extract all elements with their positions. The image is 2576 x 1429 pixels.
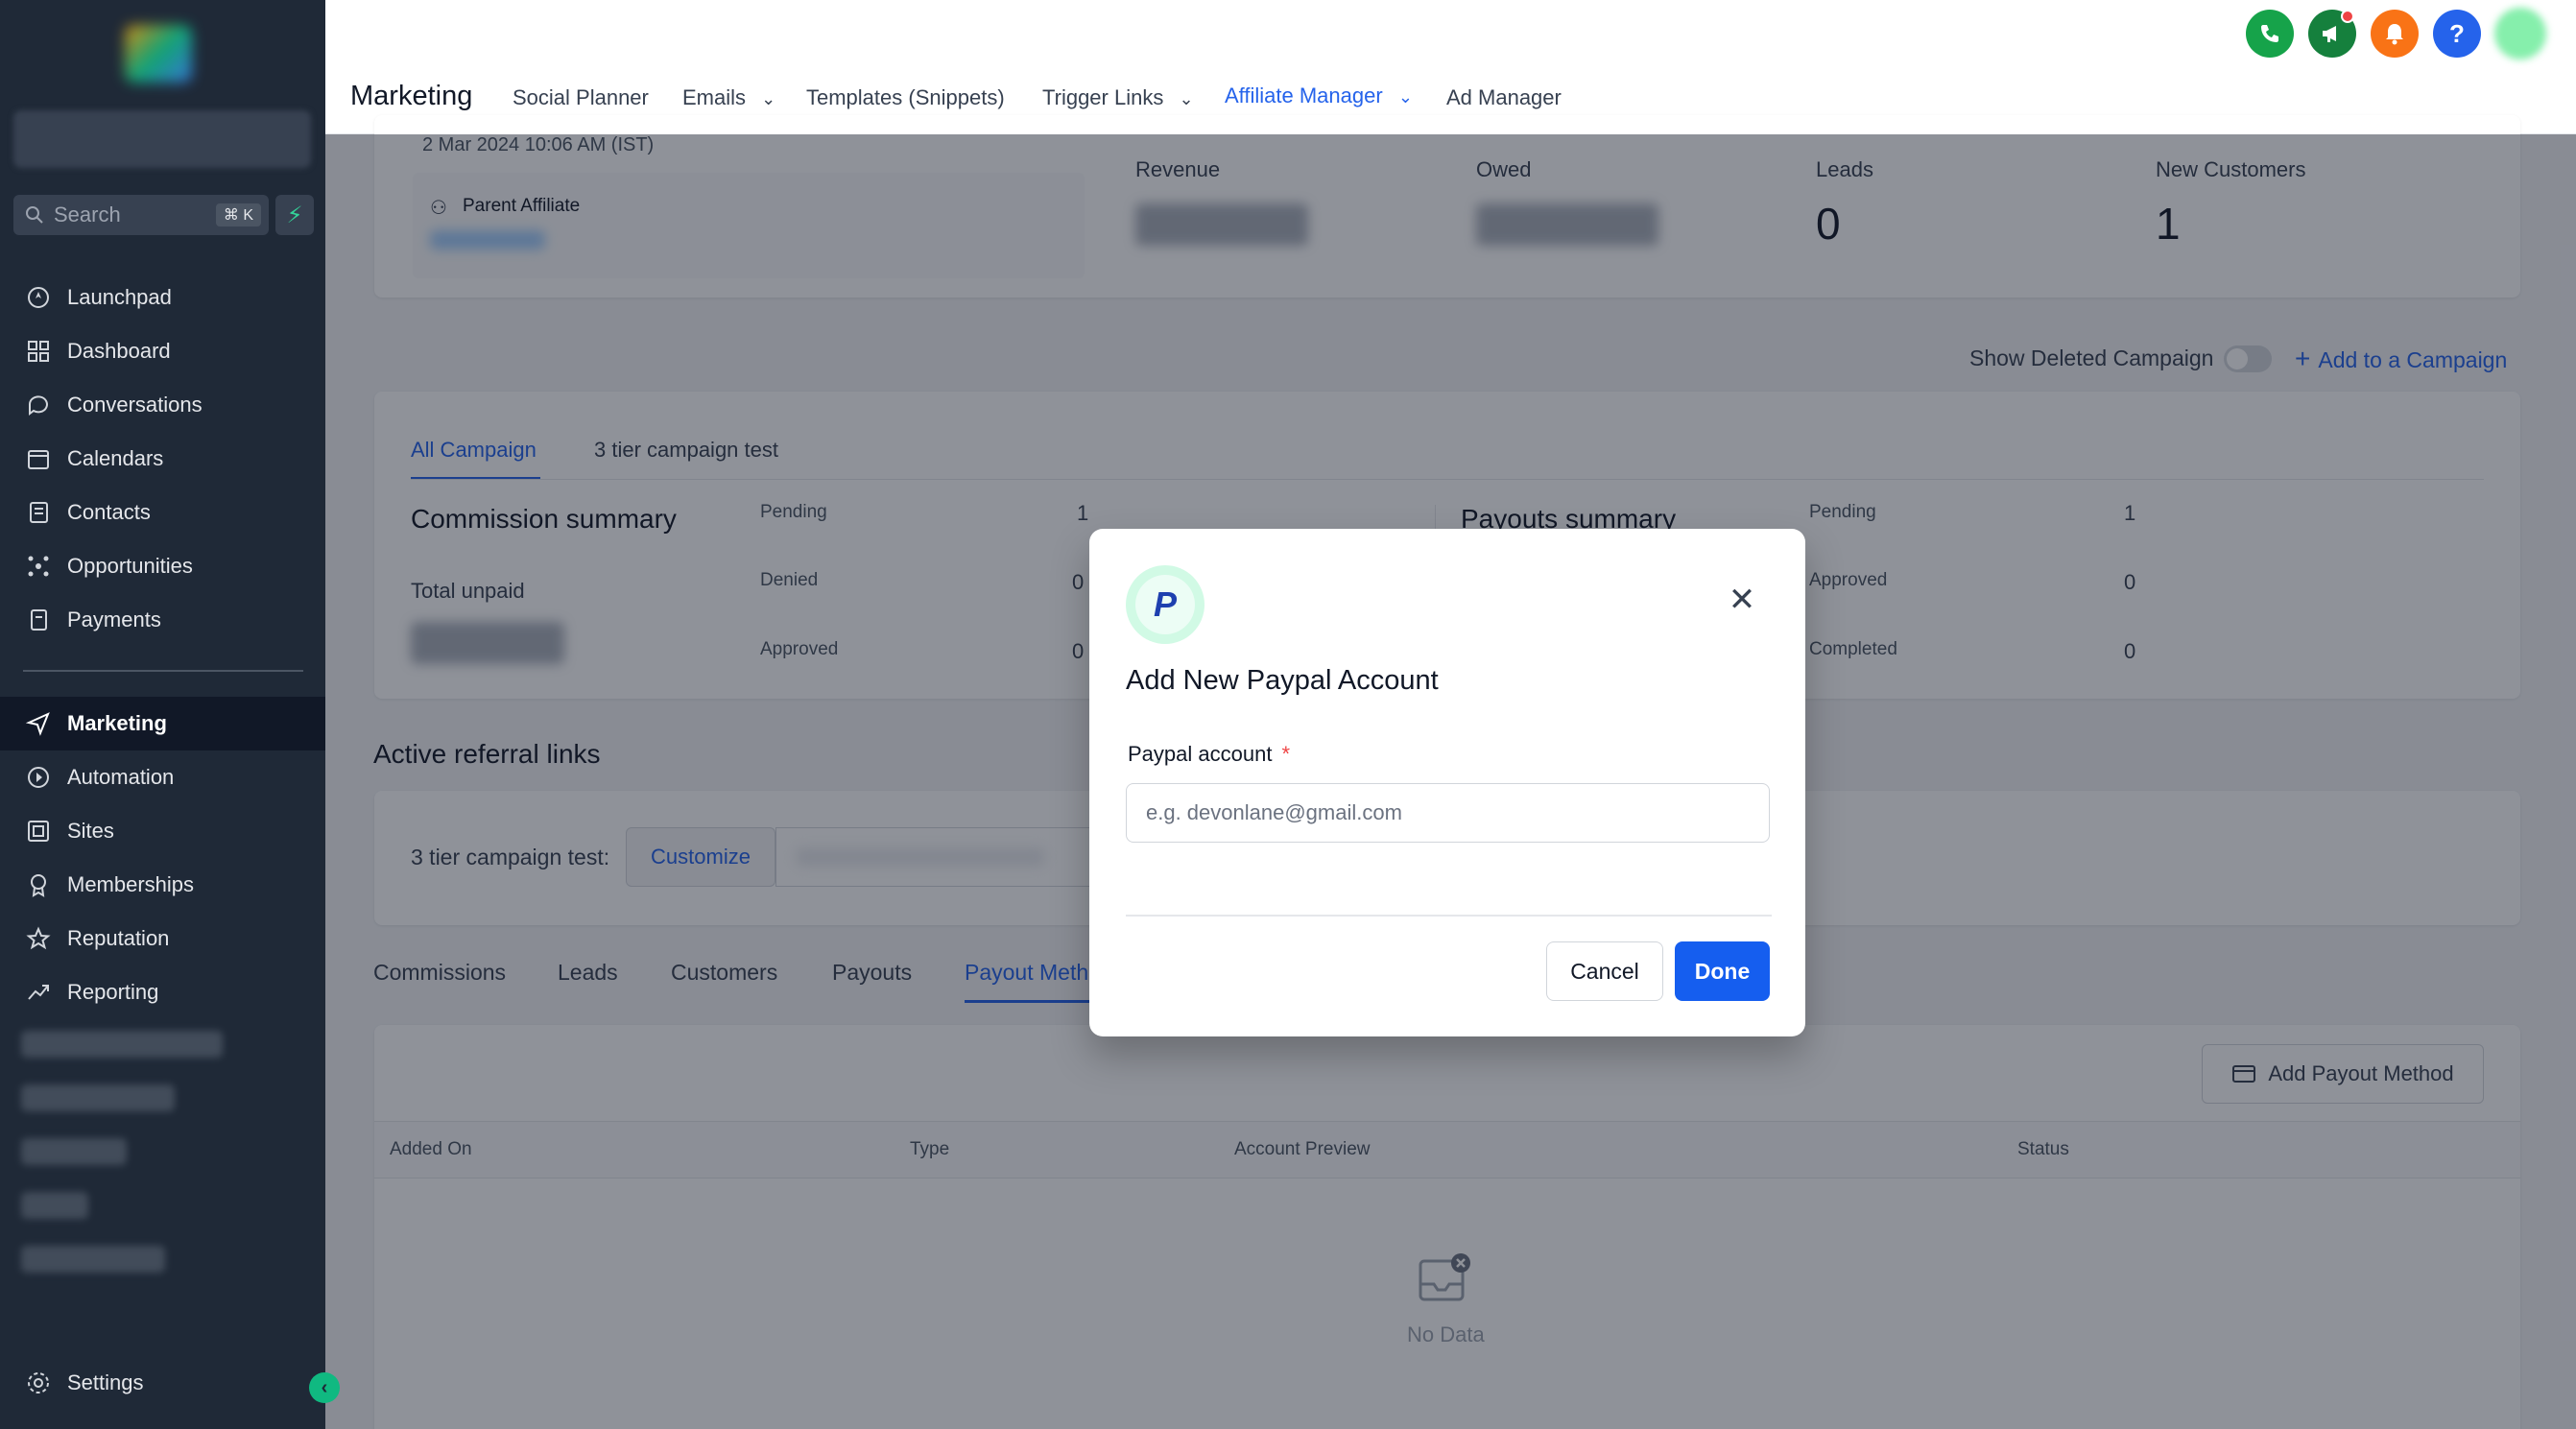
modal-title: Add New Paypal Account [1126, 665, 1439, 696]
automation-icon [25, 764, 52, 791]
send-icon [25, 710, 52, 737]
paypal-logo: P [1126, 565, 1205, 644]
chevron-down-icon: ⌄ [761, 89, 776, 108]
sidebar-item-label: Reputation [67, 926, 170, 950]
sidebar-item-hidden[interactable] [21, 1031, 223, 1058]
close-button[interactable]: ✕ [1723, 581, 1761, 619]
sidebar-item-hidden[interactable] [21, 1084, 175, 1111]
receipt-icon [25, 607, 52, 633]
field-label-text: Paypal account [1128, 742, 1273, 766]
phone-button[interactable] [2246, 10, 2294, 58]
quick-action-button[interactable]: ⚡ [275, 195, 314, 235]
tab-emails[interactable]: Emails ⌄ [682, 85, 775, 110]
tab-label: Trigger Links [1042, 85, 1164, 109]
tab-trigger-links[interactable]: Trigger Links ⌄ [1042, 85, 1194, 110]
sidebar-item-settings[interactable]: Settings [0, 1356, 325, 1410]
sidebar-item-opportunities[interactable]: Opportunities [0, 539, 325, 593]
grid-icon [25, 338, 52, 365]
top-header: Marketing Social Planner Emails ⌄ Templa… [325, 0, 2576, 134]
sidebar-item-label: Reporting [67, 980, 159, 1004]
paypal-icon: P [1135, 575, 1195, 634]
help-button[interactable]: ? [2433, 10, 2481, 58]
sidebar-item-label: Opportunities [67, 554, 193, 578]
tab-social-planner[interactable]: Social Planner [513, 85, 649, 110]
tab-label: Emails [682, 85, 747, 109]
search-icon [26, 206, 43, 224]
bolt-icon: ⚡ [286, 202, 303, 228]
notification-dot [2341, 10, 2354, 23]
sidebar-item-label: Settings [67, 1370, 144, 1394]
sidebar-item-label: Contacts [67, 500, 151, 524]
tab-templates[interactable]: Templates (Snippets) [806, 85, 1005, 110]
megaphone-icon [2323, 26, 2336, 42]
modal-divider [1126, 915, 1772, 917]
sidebar-item-conversations[interactable]: Conversations [0, 378, 325, 432]
paypal-account-label: Paypal account * [1128, 742, 1290, 767]
add-paypal-modal: P ✕ Add New Paypal Account Paypal accoun… [1089, 529, 1805, 1036]
sidebar-item-hidden[interactable] [21, 1246, 165, 1273]
chevron-left-icon: ‹ [321, 1376, 328, 1398]
chevron-down-icon: ⌄ [1397, 87, 1413, 107]
sidebar-item-label: Sites [67, 819, 114, 843]
sidebar-item-calendars[interactable]: Calendars [0, 432, 325, 486]
help-icon: ? [2449, 18, 2465, 48]
search-shortcut: ⌘ K [215, 203, 261, 226]
tab-affiliate-manager[interactable]: Affiliate Manager ⌄ [1225, 83, 1413, 108]
sidebar-item-label: Calendars [67, 446, 164, 470]
sidebar-item-label: Payments [67, 607, 161, 631]
rocket-icon [25, 284, 52, 311]
avatar[interactable] [2494, 8, 2546, 60]
sidebar-item-label: Marketing [67, 711, 167, 735]
sidebar-search[interactable]: Search ⌘ K [13, 195, 269, 235]
sidebar-item-label: Memberships [67, 872, 195, 896]
search-placeholder: Search [54, 202, 121, 226]
phone-icon [2261, 25, 2278, 42]
chevron-down-icon: ⌄ [1179, 89, 1194, 108]
page-title: Marketing [350, 81, 473, 111]
sidebar-item-label: Dashboard [67, 339, 171, 363]
sidebar-item-hidden[interactable] [21, 1138, 127, 1165]
sidebar-item-dashboard[interactable]: Dashboard [0, 324, 325, 378]
sidebar-item-marketing[interactable]: Marketing [0, 697, 325, 750]
account-switcher[interactable] [13, 110, 311, 168]
gear-icon [25, 1369, 52, 1396]
sidebar-item-label: Conversations [67, 393, 203, 417]
sidebar-item-label: Launchpad [67, 285, 172, 309]
paypal-account-input[interactable] [1126, 783, 1770, 843]
sidebar-item-memberships[interactable]: Memberships [0, 858, 325, 912]
tab-label: Affiliate Manager [1225, 83, 1383, 107]
sites-icon [25, 818, 52, 845]
sidebar-item-sites[interactable]: Sites [0, 804, 325, 858]
sidebar-item-payments[interactable]: Payments [0, 593, 325, 647]
done-button[interactable]: Done [1675, 941, 1770, 1001]
sidebar-item-launchpad[interactable]: Launchpad [0, 271, 325, 324]
star-icon [25, 925, 52, 952]
sidebar-item-reputation[interactable]: Reputation [0, 912, 325, 965]
bell-icon [2386, 24, 2403, 45]
close-icon: ✕ [1728, 582, 1756, 618]
sidebar-item-label: Automation [67, 765, 175, 789]
sidebar: Search ⌘ K ⚡ Launchpad Dashboard Convers… [0, 0, 325, 1429]
collapse-sidebar-button[interactable]: ‹ [309, 1372, 340, 1403]
cancel-button[interactable]: Cancel [1546, 941, 1663, 1001]
sidebar-item-contacts[interactable]: Contacts [0, 486, 325, 539]
tab-ad-manager[interactable]: Ad Manager [1446, 85, 1562, 110]
sidebar-divider [23, 670, 303, 672]
membership-icon [25, 871, 52, 898]
pipeline-icon [25, 553, 52, 580]
required-marker: * [1281, 742, 1290, 766]
sidebar-item-hidden[interactable] [21, 1192, 88, 1219]
chart-icon [25, 979, 52, 1006]
chat-icon [25, 392, 52, 418]
notifications-button[interactable] [2371, 10, 2419, 58]
calendar-icon [25, 445, 52, 472]
sidebar-item-automation[interactable]: Automation [0, 750, 325, 804]
sidebar-item-reporting[interactable]: Reporting [0, 965, 325, 1019]
company-logo [125, 25, 192, 83]
contacts-icon [25, 499, 52, 526]
